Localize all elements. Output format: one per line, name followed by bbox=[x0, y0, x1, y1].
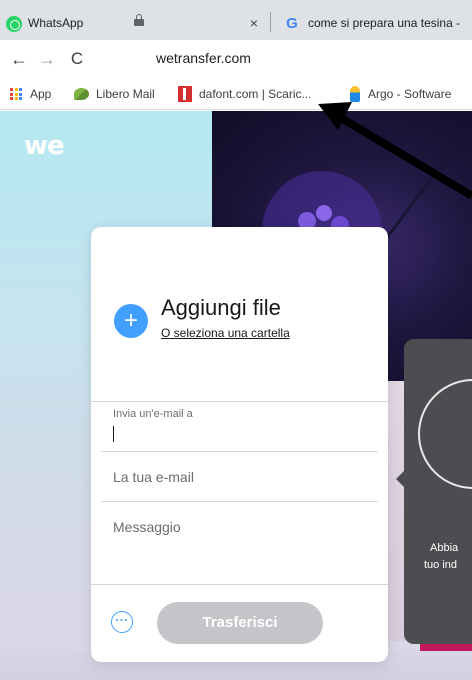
libero-icon bbox=[74, 88, 89, 100]
popover-illustration bbox=[418, 379, 472, 489]
more-options-icon[interactable]: ··· bbox=[111, 611, 133, 633]
bookmark-label: App bbox=[30, 87, 52, 101]
email-to-label: Invia un'e-mail a bbox=[113, 408, 193, 420]
divider bbox=[101, 501, 378, 502]
your-email-field[interactable]: La tua e-mail bbox=[113, 469, 194, 485]
popover-text-line2: tuo ind bbox=[424, 559, 458, 571]
select-folder-link[interactable]: O seleziona una cartella bbox=[161, 326, 290, 340]
tab-google-search[interactable]: G come si prepara una tesina - bbox=[272, 6, 472, 40]
popover-text-line1: Abbia bbox=[430, 542, 459, 554]
bookmark-label: dafont.com | Scaric... bbox=[199, 87, 312, 101]
tab-title: come si prepara una tesina - bbox=[308, 16, 461, 30]
bookmark-apps[interactable]: App bbox=[10, 78, 51, 110]
address-bar-url[interactable]: wetransfer.com bbox=[156, 50, 251, 66]
add-files-title[interactable]: Aggiungi file bbox=[161, 295, 281, 321]
bookmark-dafont[interactable]: dafont.com | Scaric... bbox=[178, 78, 312, 110]
email-to-input[interactable] bbox=[113, 426, 114, 442]
bookmark-argo[interactable]: Argo - Software bbox=[350, 78, 451, 110]
bookmark-label: Argo - Software bbox=[368, 87, 452, 101]
browser-tab-strip: WhatsApp × G come si prepara una tesina … bbox=[0, 0, 472, 40]
info-popover[interactable]: Abbia tuo ind bbox=[404, 339, 472, 644]
bookmarks-bar: App Libero Mail dafont.com | Scaric... A… bbox=[0, 78, 472, 110]
divider bbox=[91, 401, 388, 402]
transfer-button[interactable]: Trasferisci bbox=[157, 602, 323, 644]
forward-arrow-icon[interactable]: → bbox=[36, 48, 58, 70]
google-icon: G bbox=[286, 15, 298, 32]
bookmark-libero-mail[interactable]: Libero Mail bbox=[74, 78, 155, 110]
message-field[interactable]: Messaggio bbox=[113, 519, 181, 535]
wetransfer-page: we Abbia tuo ind + Aggiungi file O selez… bbox=[0, 111, 472, 680]
argo-icon bbox=[350, 86, 360, 102]
wetransfer-logo[interactable]: we bbox=[24, 131, 65, 161]
whatsapp-icon bbox=[6, 16, 22, 32]
popover-arrow bbox=[396, 471, 404, 487]
apps-grid-icon bbox=[10, 88, 22, 100]
close-icon[interactable]: × bbox=[250, 16, 258, 30]
divider bbox=[101, 451, 378, 452]
dafont-icon bbox=[178, 86, 192, 102]
transfer-card: + Aggiungi file O seleziona una cartella… bbox=[91, 227, 388, 662]
tab-separator bbox=[270, 12, 271, 32]
bookmark-label: Libero Mail bbox=[96, 87, 155, 101]
tab-title: WhatsApp bbox=[28, 16, 84, 30]
reload-icon[interactable]: C bbox=[66, 48, 88, 70]
add-files-button[interactable]: + bbox=[114, 304, 148, 338]
lock-icon[interactable] bbox=[134, 14, 144, 26]
divider bbox=[91, 584, 388, 585]
back-arrow-icon[interactable]: ← bbox=[8, 48, 30, 70]
